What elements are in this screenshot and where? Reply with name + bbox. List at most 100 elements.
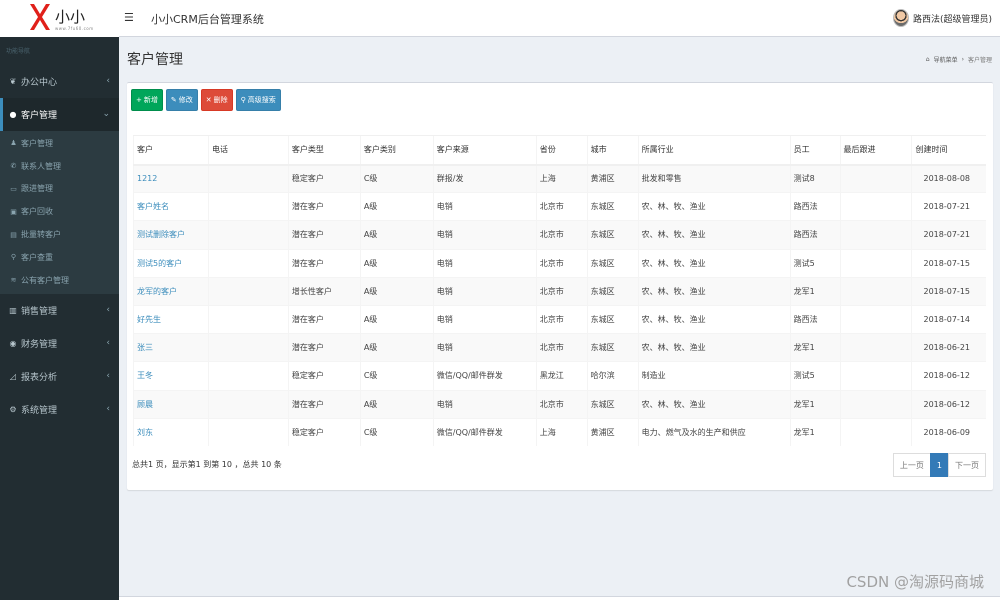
column-header[interactable]: 电话 xyxy=(207,135,289,166)
sidebar-item-finance[interactable]: ◉ 财务管理 ‹ xyxy=(0,327,119,360)
table-body: 1212 稳定客户 C级 群报/发 上海 黄浦区 批发和零售 测试8 2018-08-08 客户姓… xyxy=(133,163,986,447)
add-button[interactable]: + 新增 xyxy=(131,89,163,111)
logo[interactable]: 小小 www.7fu60.com xyxy=(0,0,119,37)
table-row[interactable]: 张三 潜在客户 A级 电销 北京市 东城区 农、林、牧、渔业 龙军1 2018-06-21 xyxy=(133,333,986,362)
page-title: 客户管理 xyxy=(127,52,183,68)
customer-table: 客户 电话 客户类型 客户类别 客户来源 省份 城市 所属行业 员工 最后跟进 创建时间 1212 稳… xyxy=(133,135,986,447)
column-header[interactable]: 创建时间 xyxy=(911,135,986,166)
column-header[interactable]: 客户来源 xyxy=(432,135,537,166)
table-cell xyxy=(207,361,289,390)
table-row[interactable]: 测试删除客户 潜在客户 A级 电销 北京市 东城区 农、林、牧、渔业 路西法 2018-07-2… xyxy=(133,220,986,250)
table-cell: 东城区 xyxy=(586,220,639,250)
edit-icon: ✎ xyxy=(170,96,177,104)
column-header[interactable]: 城市 xyxy=(586,135,639,166)
sub-item-label: 客户回收 xyxy=(21,207,53,217)
column-header[interactable]: 客户 xyxy=(133,135,209,166)
table-row[interactable]: 好先生 潜在客户 A级 电销 北京市 东城区 农、林、牧、渔业 路西法 2018-07-14 xyxy=(133,304,986,334)
sidebar-toggle-icon[interactable]: ☰ xyxy=(124,11,134,24)
table-cell xyxy=(839,389,912,419)
sidebar-item-sales[interactable]: ▥ 销售管理 ‹ xyxy=(0,294,119,327)
customer-name-link[interactable]: 刘东 xyxy=(133,417,209,447)
sub-item-batch-transfer[interactable]: ▤ 批量转客户 xyxy=(0,223,119,246)
table-cell: 2018-07-14 xyxy=(911,304,986,334)
next-page-button[interactable]: 下一页 xyxy=(948,453,986,477)
table-cell: 微信/QQ/邮件群发 xyxy=(432,417,537,447)
page-1-button[interactable]: 1 xyxy=(929,453,949,477)
sub-item-label: 客户查重 xyxy=(21,252,53,262)
delete-button-label: 删除 xyxy=(213,96,228,104)
delete-button[interactable]: ✕ 删除 xyxy=(200,89,233,111)
sidebar-section-label: 功能导航 xyxy=(6,48,31,55)
user-menu[interactable]: 路西法(超级管理员) xyxy=(892,8,992,28)
table-row[interactable]: 刘东 稳定客户 C级 微信/QQ/邮件群发 上海 黄浦区 电力、燃气及水的生产和供应 龙军1 2… xyxy=(133,417,986,447)
sidebar-item-label: 客户管理 xyxy=(21,111,58,121)
customer-name-link[interactable]: 张三 xyxy=(133,333,209,362)
sidebar-item-label: 销售管理 xyxy=(21,306,58,317)
table-cell: A级 xyxy=(359,248,434,278)
sidebar-item-reports[interactable]: ◿ 报表分析 ‹ xyxy=(0,360,119,393)
sub-item-label: 联系人管理 xyxy=(21,161,61,171)
sub-item-label: 跟进管理 xyxy=(21,184,53,194)
table-cell xyxy=(207,304,289,334)
edit-button[interactable]: ✎ 修改 xyxy=(165,89,198,111)
customer-name-link[interactable]: 客户姓名 xyxy=(133,192,209,221)
column-header[interactable]: 所属行业 xyxy=(637,135,791,166)
sub-item-public-customers[interactable]: ≋ 公有客户管理 xyxy=(0,269,119,292)
customer-name-link[interactable]: 龙军的客户 xyxy=(133,276,209,306)
advanced-search-button[interactable]: ⚲ 高级搜索 xyxy=(235,89,281,111)
table-row[interactable]: 龙军的客户 增长性客户 A级 电销 北京市 东城区 农、林、牧、渔业 龙军1 2018-07-1… xyxy=(133,276,986,306)
table-cell: 2018-06-21 xyxy=(911,333,986,362)
table-cell xyxy=(207,389,289,419)
table-cell: 2018-08-08 xyxy=(911,163,986,193)
wifi-icon: ≋ xyxy=(10,276,17,285)
column-header[interactable]: 省份 xyxy=(535,135,588,166)
table-cell: 潜在客户 xyxy=(287,389,361,419)
customer-name-link[interactable]: 测试删除客户 xyxy=(133,220,209,250)
logo-sub: www.7fu60.com xyxy=(55,26,94,31)
sub-item-contacts[interactable]: ✆ 联系人管理 xyxy=(0,155,119,178)
breadcrumb-nav[interactable]: 导航菜单 xyxy=(934,55,958,64)
column-header[interactable]: 员工 xyxy=(789,135,841,166)
table-row[interactable]: 测试5的客户 潜在客户 A级 电销 北京市 东城区 农、林、牧、渔业 测试5 2018-07-1… xyxy=(133,248,986,278)
customer-name-link[interactable]: 测试5的客户 xyxy=(133,248,209,278)
user-icon: ● xyxy=(9,110,17,119)
column-header[interactable]: 客户类型 xyxy=(287,135,361,166)
sub-item-followup[interactable]: ▭ 跟进管理 xyxy=(0,178,119,201)
table-cell xyxy=(839,304,912,334)
table-row[interactable]: 客户姓名 潜在客户 A级 电销 北京市 东城区 农、林、牧、渔业 路西法 2018-07-21 xyxy=(133,192,986,221)
pagination-info: 总共1 页，显示第1 到第 10 ，总共 10 条 xyxy=(132,460,282,469)
sub-item-customer-manage[interactable]: ♟ 客户管理 xyxy=(0,132,119,155)
table-cell: 2018-07-15 xyxy=(911,276,986,306)
table-row[interactable]: 王冬 稳定客户 C级 微信/QQ/邮件群发 黑龙江 哈尔滨 制造业 测试5 2018-06-12 xyxy=(133,361,986,390)
table-row[interactable]: 1212 稳定客户 C级 群报/发 上海 黄浦区 批发和零售 测试8 2018-08-08 xyxy=(133,163,986,193)
prev-page-button[interactable]: 上一页 xyxy=(892,453,931,477)
table-cell: 东城区 xyxy=(586,389,639,419)
customer-name-link[interactable]: 王冬 xyxy=(133,361,209,390)
table-cell: C级 xyxy=(359,163,434,193)
table-row[interactable]: 顾晨 潜在客户 A级 电销 北京市 东城区 农、林、牧、渔业 龙军1 2018-06-12 xyxy=(133,389,986,419)
top-header: 小小 www.7fu60.com ☰ 小小CRM后台管理系统 路西法(超级管理员… xyxy=(0,0,1000,37)
sub-item-recycle[interactable]: ▣ 客户回收 xyxy=(0,200,119,223)
table-cell: 路西法 xyxy=(789,192,841,221)
sidebar-item-office[interactable]: ❦ 办公中心 ‹ xyxy=(0,65,119,98)
sub-item-dedup[interactable]: ⚲ 客户查重 xyxy=(0,246,119,269)
customer-name-link[interactable]: 好先生 xyxy=(133,304,209,334)
sidebar-item-label: 办公中心 xyxy=(21,78,58,88)
content-header: 客户管理 ⌂ 导航菜单 › 客户管理 xyxy=(119,37,1000,82)
table-cell xyxy=(207,163,289,193)
table-cell: 群报/发 xyxy=(432,163,537,193)
table-cell xyxy=(207,192,289,221)
sidebar-item-customers[interactable]: ● 客户管理 ⌄ xyxy=(0,98,119,131)
footer xyxy=(119,596,1000,600)
table-cell xyxy=(839,361,912,390)
sidebar-item-system[interactable]: ⚙ 系统管理 ‹ xyxy=(0,393,119,426)
column-header[interactable]: 客户类别 xyxy=(359,135,434,166)
bar-chart-icon: ▥ xyxy=(9,305,17,315)
chevron-left-icon: ‹ xyxy=(106,76,110,86)
column-header[interactable]: 最后跟进 xyxy=(839,135,912,166)
customer-name-link[interactable]: 顾晨 xyxy=(133,389,209,419)
table-cell: 黄浦区 xyxy=(586,417,639,447)
customer-name-link[interactable]: 1212 xyxy=(133,163,209,193)
table-cell: 东城区 xyxy=(586,248,639,278)
leaf-icon: ❦ xyxy=(9,77,17,86)
